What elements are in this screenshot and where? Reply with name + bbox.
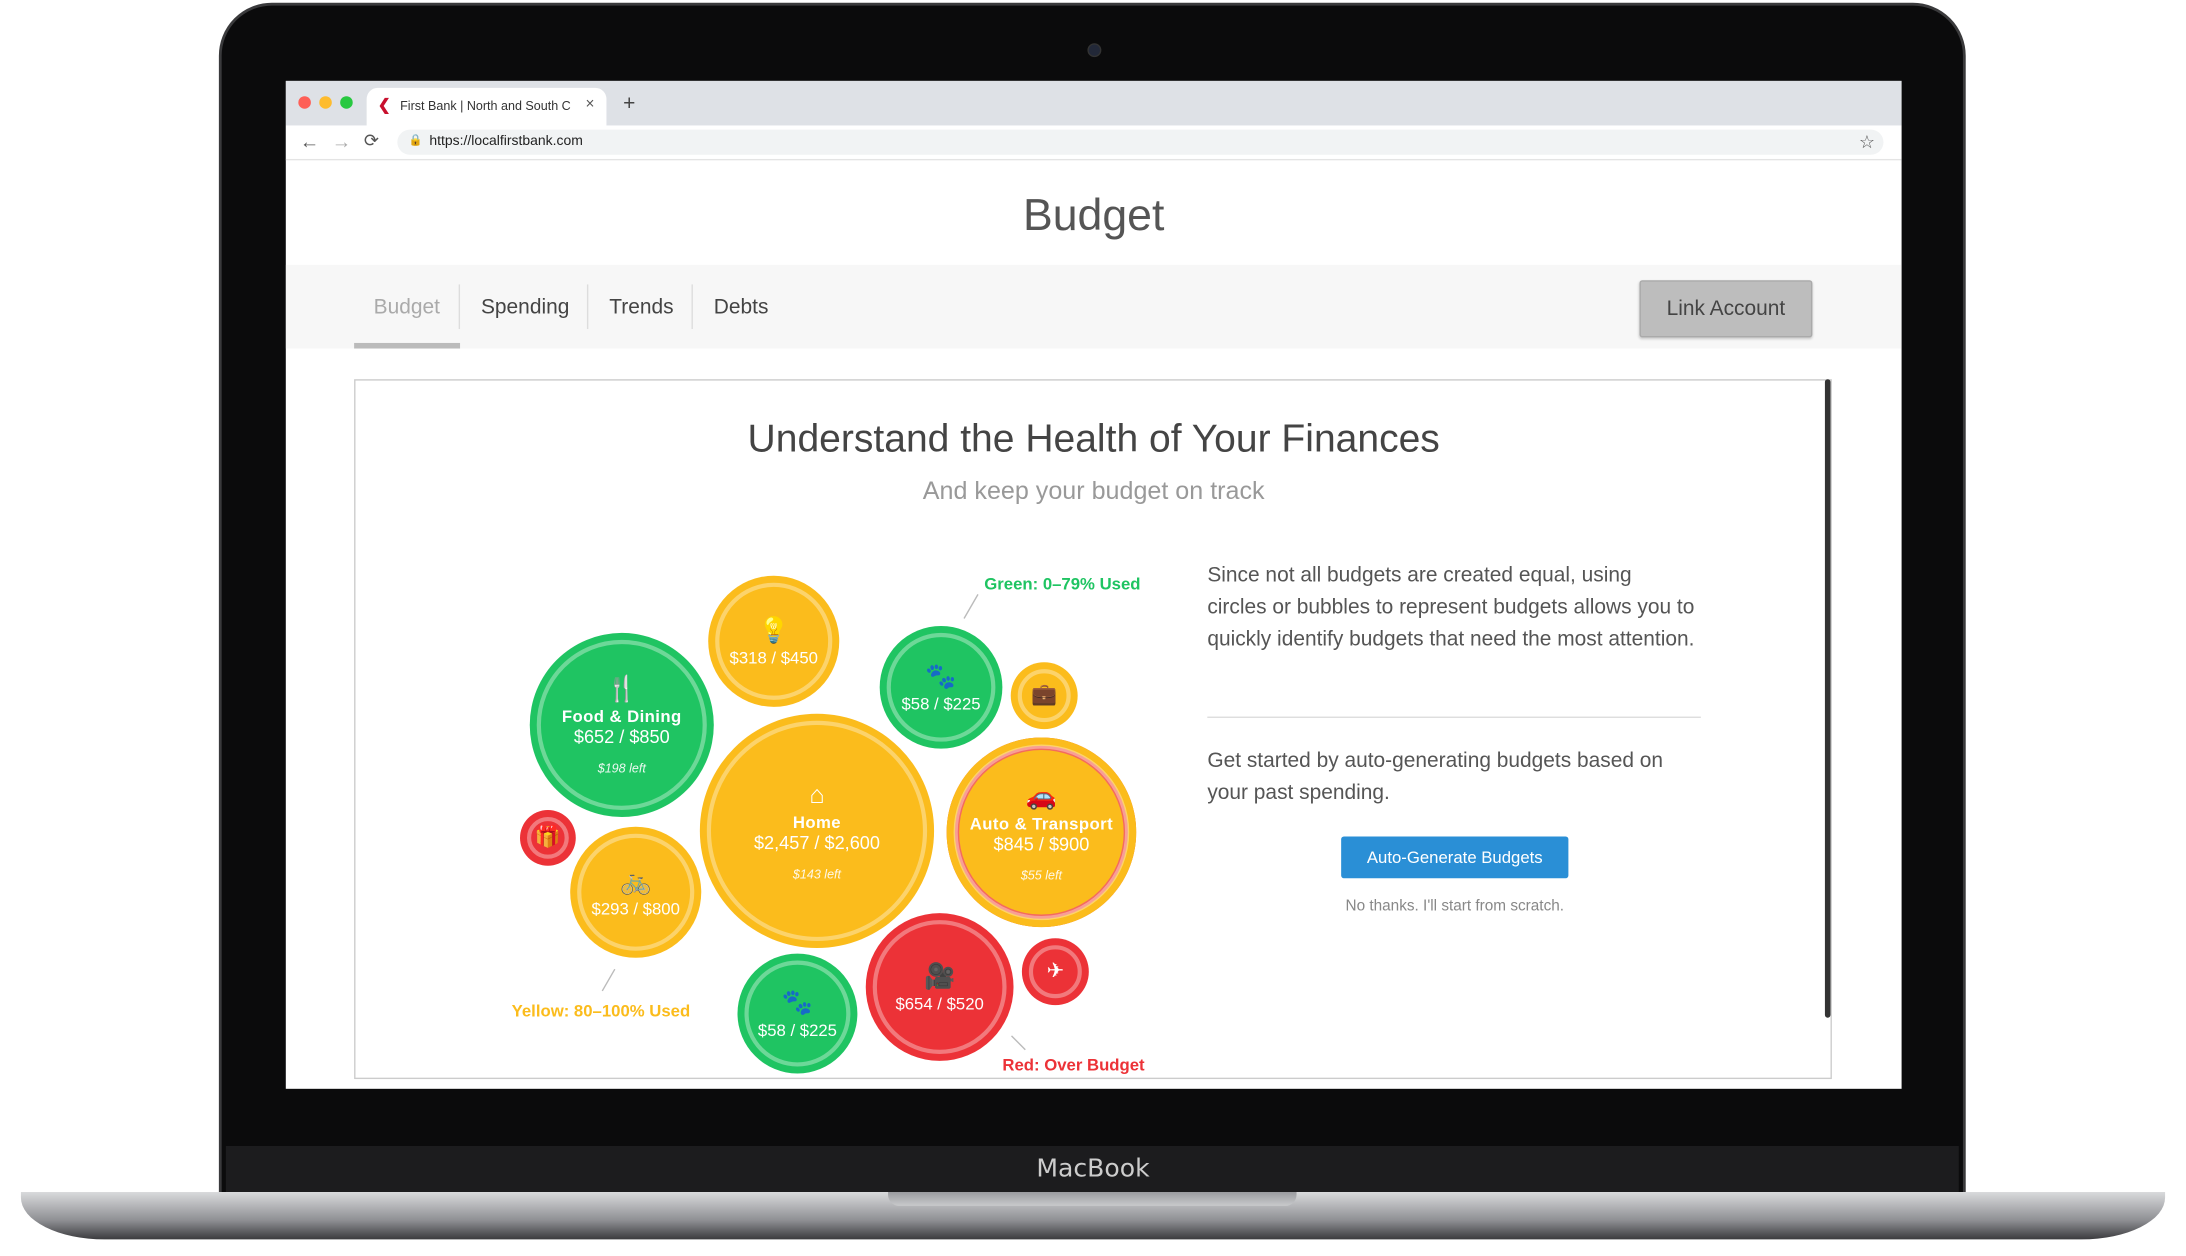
forward-icon[interactable]: →	[332, 130, 352, 152]
tab-debts[interactable]: Debts	[714, 296, 769, 320]
budget-bubble[interactable]: 🚗 Auto & Transport $845 / $900 $55 left	[946, 737, 1137, 928]
minimize-window-button[interactable]	[319, 96, 332, 109]
address-bar-row: ← → ⟳ 🔒 https://localfirstbank.com ☆	[285, 125, 1902, 161]
budget-bubble[interactable]: 🚲 $293 / $800	[570, 826, 702, 958]
tab-close-icon[interactable]: ×	[586, 96, 595, 113]
divider	[1207, 716, 1701, 718]
bubble-remaining: $55 left	[1020, 868, 1063, 883]
tab-divider	[458, 284, 461, 330]
legend-yellow: Yellow: 80–100% Used	[511, 1000, 691, 1021]
tab-title: First Bank | North and South C	[400, 98, 571, 113]
tab-trends[interactable]: Trends	[609, 296, 673, 320]
maximize-window-button[interactable]	[340, 96, 353, 109]
progress-ring	[715, 582, 833, 700]
tab-divider	[586, 284, 589, 330]
reload-icon[interactable]: ⟳	[364, 130, 379, 152]
device-label: MacBook	[1036, 1154, 1150, 1184]
browser-window: ❮ First Bank | North and South C × + ← →…	[285, 80, 1902, 1089]
progress-ring	[1028, 945, 1082, 999]
camera	[1087, 43, 1102, 58]
info-paragraph: Since not all budgets are created equal,…	[1207, 563, 1695, 652]
legend-red: Red: Over Budget	[1002, 1055, 1145, 1075]
budget-bubble[interactable]: 💡 $318 / $450	[708, 575, 840, 707]
laptop-notch	[888, 1191, 1297, 1206]
progress-ring	[706, 720, 928, 942]
progress-ring	[526, 816, 569, 859]
page-title: Budget	[1022, 189, 1165, 240]
tab-bar: ❮ First Bank | North and South C × +	[285, 80, 1902, 126]
favicon-icon: ❮	[377, 97, 391, 115]
start-from-scratch-link[interactable]: No thanks. I'll start from scratch.	[1262, 898, 1648, 915]
url-input[interactable]: 🔒 https://localfirstbank.com ☆	[397, 129, 1884, 155]
new-tab-button[interactable]: +	[623, 92, 635, 116]
active-tab-underline	[354, 342, 461, 349]
budget-bubble[interactable]: 🎁	[520, 809, 576, 866]
progress-ring	[536, 639, 707, 810]
bookmark-star-icon[interactable]: ☆	[1859, 131, 1875, 153]
budget-bubble[interactable]: 🍴 Food & Dining $652 / $850 $198 left	[529, 632, 714, 817]
bubble-remaining: $143 left	[792, 867, 842, 882]
progress-ring	[953, 744, 1130, 921]
budget-bubble[interactable]: ✈	[1021, 938, 1089, 1006]
tab-spending[interactable]: Spending	[481, 296, 569, 320]
budget-bubble[interactable]: 💼	[1010, 662, 1078, 730]
info-paragraph: Get started by auto-generating budgets b…	[1207, 748, 1664, 805]
lock-icon: 🔒	[408, 133, 423, 147]
card-heading: Understand the Health of Your Finances	[747, 416, 1440, 461]
scrollbar[interactable]	[1824, 379, 1831, 1018]
bubble-remaining: $198 left	[597, 761, 646, 776]
url-text: https://localfirstbank.com	[429, 133, 583, 150]
progress-ring	[1017, 669, 1071, 723]
card-subheading: And keep your budget on track	[922, 476, 1265, 505]
browser-tab[interactable]: ❮ First Bank | North and South C ×	[366, 87, 607, 126]
auto-generate-budgets-button[interactable]: Auto-Generate Budgets	[1341, 836, 1569, 879]
tab-budget[interactable]: Budget	[374, 296, 440, 320]
progress-ring	[886, 632, 996, 742]
tab-divider	[691, 284, 693, 330]
laptop-mockup: MacBook ❮ First Bank | North and South C…	[0, 0, 2186, 1256]
progress-ring	[744, 960, 851, 1067]
budget-bubble[interactable]: 🐾 $58 / $225	[737, 953, 858, 1074]
budget-bubble[interactable]: 🎥 $654 / $520	[865, 913, 1014, 1061]
link-account-button[interactable]: Link Account	[1639, 280, 1813, 338]
budget-bubble[interactable]: 🐾 $58 / $225	[879, 625, 1003, 749]
budget-bubble[interactable]: ⌂ Home $2,457 / $2,600 $143 left	[699, 713, 935, 949]
back-icon[interactable]: ←	[300, 130, 320, 152]
progress-ring	[577, 833, 695, 951]
close-window-button[interactable]	[298, 96, 311, 109]
legend-green: Green: 0–79% Used	[984, 574, 1141, 594]
progress-ring	[872, 920, 1007, 1054]
